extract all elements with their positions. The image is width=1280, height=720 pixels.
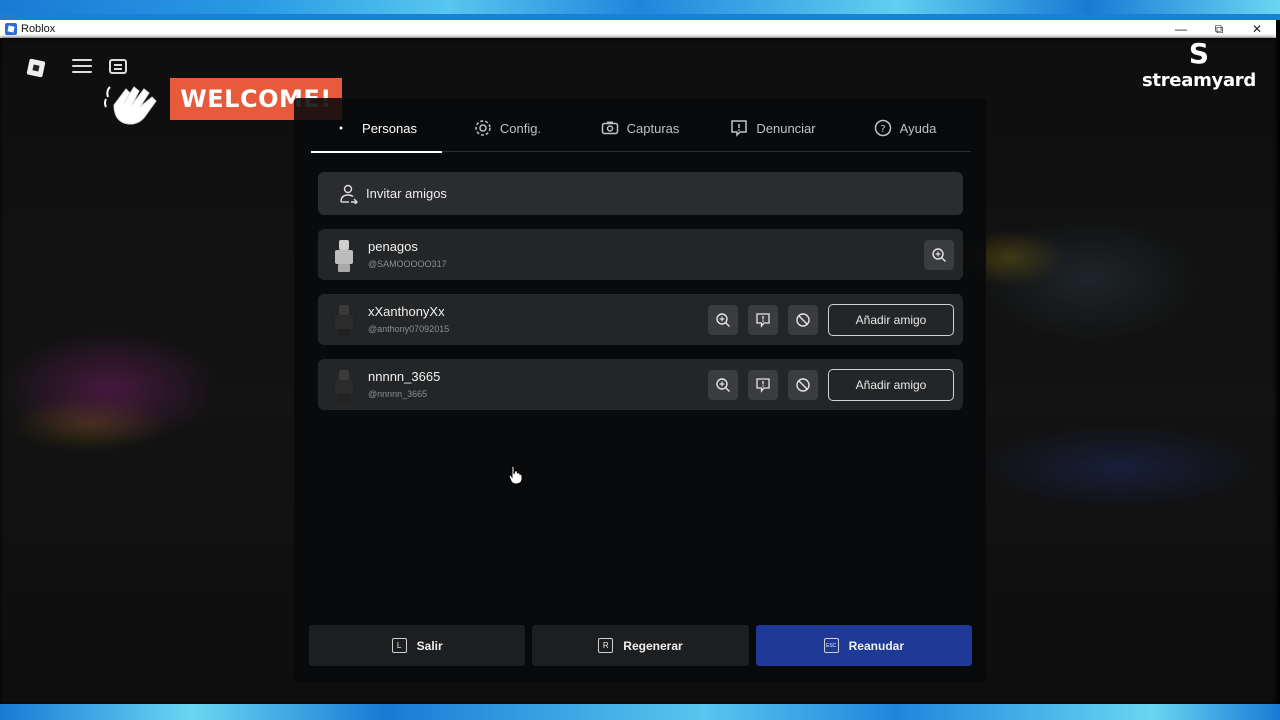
player-name: penagos xyxy=(368,238,418,254)
player-row: penagos @SAMOOOOO317 xyxy=(318,229,963,280)
player-actions: Añadir amigo xyxy=(708,368,954,401)
key-l-icon: L xyxy=(391,638,407,653)
zoom-in-icon xyxy=(716,312,730,327)
minimize-button[interactable]: — xyxy=(1162,20,1200,38)
roblox-window: Roblox — ⧉ ✕ WELCOME! S streamyard Perso… xyxy=(0,20,1280,704)
window-controls: — ⧉ ✕ xyxy=(1162,20,1276,38)
report-icon xyxy=(756,312,770,328)
tab-label: Personas xyxy=(362,120,417,136)
report-icon xyxy=(730,119,748,137)
tab-config[interactable]: Config. xyxy=(442,104,573,152)
help-icon: ? xyxy=(874,119,892,137)
game-menu-panel: Personas Config. Capturas Denunciar ? Ay… xyxy=(294,98,986,682)
block-icon xyxy=(796,312,810,327)
leave-label: Salir xyxy=(416,638,443,653)
add-friend-button[interactable]: Añadir amigo xyxy=(828,303,954,336)
resume-button[interactable]: ESC Reanudar xyxy=(755,625,972,666)
player-row: xXanthonyXx @anthony07092015 Añadir amig… xyxy=(318,294,963,345)
window-titlebar: Roblox — ⧉ ✕ xyxy=(0,20,1276,38)
chat-icon[interactable] xyxy=(109,59,127,74)
report-player-button[interactable] xyxy=(748,369,778,400)
player-actions: Añadir amigo xyxy=(708,303,954,336)
window-title: Roblox xyxy=(21,23,56,35)
avatar xyxy=(330,368,358,402)
player-name: nnnnn_3665 xyxy=(368,368,441,384)
camera-icon xyxy=(601,119,619,137)
streamyard-wordmark: streamyard xyxy=(1142,70,1256,91)
roblox-menu-logo-icon[interactable] xyxy=(26,58,46,78)
svg-text:?: ? xyxy=(880,124,885,135)
people-list: Invitar amigos penagos @SAMOOOOO317 xXan… xyxy=(318,172,963,410)
tab-ayuda[interactable]: ? Ayuda xyxy=(839,104,971,152)
player-name: xXanthonyXx xyxy=(368,303,445,319)
player-row: nnnnn_3665 @nnnnn_3665 Añadir amigo xyxy=(318,359,963,410)
player-handle: @anthony07092015 xyxy=(368,323,450,334)
key-r-icon: R xyxy=(598,638,614,653)
stream-frame-bottom xyxy=(0,704,1280,720)
zoom-in-icon xyxy=(932,247,946,262)
restore-button[interactable]: ⧉ xyxy=(1200,20,1238,38)
streamyard-logo: S streamyard xyxy=(1140,38,1258,98)
bottom-actions: L Salir R Regenerar ESC Reanudar xyxy=(309,625,972,666)
roblox-app-icon xyxy=(5,23,17,35)
respawn-label: Regenerar xyxy=(623,638,683,653)
hand-cursor-icon xyxy=(508,465,524,485)
view-profile-button[interactable] xyxy=(708,369,738,400)
menu-tabs: Personas Config. Capturas Denunciar ? Ay… xyxy=(311,104,971,153)
key-esc-icon: ESC xyxy=(823,638,839,653)
add-friend-button[interactable]: Añadir amigo xyxy=(828,368,954,401)
tab-label: Denunciar xyxy=(756,120,816,136)
stream-frame-top xyxy=(0,0,1280,14)
block-player-button[interactable] xyxy=(788,304,818,335)
respawn-button[interactable]: R Regenerar xyxy=(532,625,749,666)
invite-friends-button[interactable]: Invitar amigos xyxy=(318,172,963,215)
player-handle: @nnnnn_3665 xyxy=(368,388,428,399)
zoom-in-icon xyxy=(716,377,730,392)
tab-label: Capturas xyxy=(626,120,680,136)
hamburger-menu-icon[interactable] xyxy=(72,59,92,75)
player-actions xyxy=(924,238,954,271)
report-player-button[interactable] xyxy=(748,304,778,335)
block-icon xyxy=(796,377,810,392)
gear-icon xyxy=(474,119,492,137)
tab-label: Ayuda xyxy=(899,120,937,136)
report-icon xyxy=(756,377,770,393)
tab-label: Config. xyxy=(499,120,542,136)
waving-hand-icon xyxy=(104,75,174,131)
tab-personas[interactable]: Personas xyxy=(311,104,442,153)
block-player-button[interactable] xyxy=(788,369,818,400)
avatar xyxy=(330,238,358,272)
invite-friends-label: Invitar amigos xyxy=(366,186,447,201)
view-profile-button[interactable] xyxy=(708,304,738,335)
resume-label: Reanudar xyxy=(848,638,904,653)
tab-capturas[interactable]: Capturas xyxy=(573,104,707,152)
player-handle: @SAMOOOOO317 xyxy=(368,258,447,269)
avatar xyxy=(330,303,358,337)
leave-button[interactable]: L Salir xyxy=(309,625,526,666)
view-profile-button[interactable] xyxy=(924,239,954,270)
streamyard-mark-icon: S xyxy=(1188,37,1210,70)
close-button[interactable]: ✕ xyxy=(1238,20,1276,38)
invite-friends-icon xyxy=(340,184,358,204)
people-icon xyxy=(336,119,354,137)
tab-denunciar[interactable]: Denunciar xyxy=(707,104,839,152)
